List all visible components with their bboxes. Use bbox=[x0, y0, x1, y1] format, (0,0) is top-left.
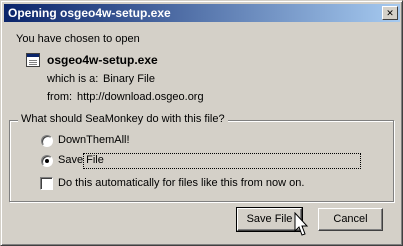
save-file-button[interactable]: Save File bbox=[236, 207, 303, 232]
close-icon: ✕ bbox=[386, 7, 394, 18]
file-type-value: Binary File bbox=[103, 73, 155, 85]
radio-selected-dot bbox=[45, 159, 49, 163]
file-source-value: http://download.osgeo.org bbox=[77, 91, 204, 103]
window-title: Opening osgeo4w-setup.exe bbox=[8, 6, 171, 20]
radio-downthemall[interactable] bbox=[41, 135, 53, 147]
mouse-cursor-icon bbox=[294, 212, 309, 236]
title-bar[interactable]: Opening osgeo4w-setup.exe ✕ bbox=[4, 4, 400, 22]
radio-save-file[interactable] bbox=[41, 155, 53, 167]
file-icon bbox=[26, 53, 40, 67]
radio-save-file-label[interactable]: Save File bbox=[58, 154, 104, 166]
close-button[interactable]: ✕ bbox=[382, 6, 398, 20]
auto-checkbox-label[interactable]: Do this automatically for files like thi… bbox=[58, 177, 304, 189]
file-name: osgeo4w-setup.exe bbox=[47, 53, 158, 67]
radio-downthemall-label[interactable]: DownThemAll! bbox=[58, 134, 130, 146]
auto-checkbox[interactable] bbox=[40, 177, 53, 190]
action-group-label: What should SeaMonkey do with this file? bbox=[18, 113, 228, 125]
intro-text: You have chosen to open bbox=[16, 33, 140, 45]
focus-rect bbox=[83, 153, 361, 169]
file-source-label: from: bbox=[47, 91, 73, 103]
file-type-label: which is a: bbox=[47, 73, 99, 85]
cancel-button[interactable]: Cancel bbox=[318, 208, 383, 231]
